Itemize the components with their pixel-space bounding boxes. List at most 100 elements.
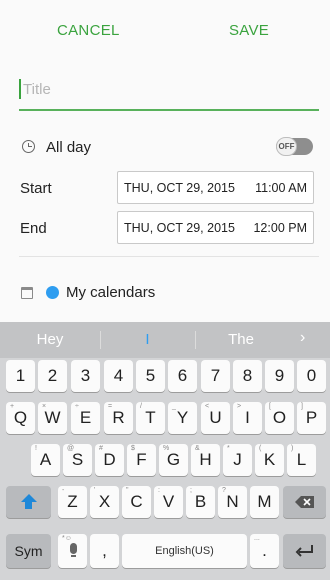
suggestion-2[interactable]: I (100, 331, 195, 348)
key-hint: ' (94, 487, 96, 494)
enter-icon (295, 545, 313, 557)
key-u[interactable]: < U (201, 402, 230, 434)
key-s[interactable]: @ S (63, 444, 92, 476)
key-label: M (257, 492, 272, 511)
key-6[interactable]: 6 (168, 360, 197, 392)
cancel-button[interactable]: CANCEL (57, 22, 120, 39)
key-label: E (79, 408, 92, 427)
clock-icon (22, 140, 35, 153)
key-k[interactable]: (K (255, 444, 284, 476)
toggle-knob: OFF (276, 137, 297, 156)
key-1[interactable]: 1 (6, 360, 35, 392)
key-p[interactable]: ] P (297, 402, 326, 434)
key-label: O (272, 408, 287, 427)
key-r[interactable]: = R (104, 402, 133, 434)
key-9[interactable]: 9 (265, 360, 294, 392)
key-5[interactable]: 5 (136, 360, 165, 392)
backspace-key[interactable] (283, 486, 326, 518)
period-key[interactable]: ... . (250, 534, 279, 568)
key-z[interactable]: -Z (58, 486, 87, 518)
key-i[interactable]: > I (233, 402, 262, 434)
end-datetime-picker[interactable]: THU, OCT 29, 2015 12:00 PM (117, 211, 314, 244)
key-label: A (39, 450, 52, 469)
save-button[interactable]: SAVE (229, 22, 269, 39)
key-q[interactable]: + Q (6, 402, 35, 434)
key-n[interactable]: ? N (218, 486, 247, 518)
key-label: Z (67, 492, 78, 511)
key-hint: ) (291, 445, 294, 452)
calendar-selector[interactable]: My calendars (66, 284, 155, 301)
key-label: T (145, 408, 156, 427)
key-hint: # (99, 445, 103, 452)
all-day-toggle[interactable]: OFF (276, 137, 313, 156)
suggestion-bar: Hey I The › (0, 322, 330, 358)
key-hint: / (140, 403, 142, 410)
key-label: H (199, 450, 212, 469)
shift-key[interactable] (6, 486, 51, 518)
suggestion-3[interactable]: The (195, 331, 287, 348)
chevron-right-icon[interactable]: › (300, 329, 305, 347)
key-hint: * (227, 445, 230, 452)
key-y[interactable]: _ Y (168, 402, 197, 434)
title-input[interactable] (23, 77, 313, 101)
all-day-row: All day OFF (0, 133, 330, 163)
key-b[interactable]: ; B (186, 486, 215, 518)
key-j[interactable]: * J (223, 444, 252, 476)
key-3[interactable]: 3 (71, 360, 100, 392)
key-d[interactable]: # D (95, 444, 124, 476)
key-hint: ÷ (75, 403, 79, 410)
key-2[interactable]: 2 (38, 360, 67, 392)
key-hint: " (126, 487, 129, 494)
key-label: X (98, 492, 111, 511)
calendar-icon (21, 287, 33, 299)
key-hint: *☺ (62, 535, 72, 542)
enter-key[interactable] (283, 534, 326, 568)
key-w[interactable]: × W (38, 402, 67, 434)
key-label: U (209, 408, 222, 427)
key-h[interactable]: & H (191, 444, 220, 476)
key-label: B (194, 492, 207, 511)
key-v[interactable]: :V (154, 486, 183, 518)
key-hint: _ (172, 403, 176, 410)
key-label: F (136, 450, 147, 469)
start-datetime-picker[interactable]: THU, OCT 29, 2015 11:00 AM (117, 171, 314, 204)
key-m[interactable]: M (250, 486, 279, 518)
end-time: 12:00 PM (253, 221, 307, 235)
key-hint: $ (131, 445, 135, 452)
microphone-base (71, 555, 76, 557)
key-t[interactable]: / T (136, 402, 165, 434)
key-label: L (296, 450, 307, 469)
key-hint: ( (259, 445, 262, 452)
key-8[interactable]: 8 (233, 360, 262, 392)
key-o[interactable]: [O (265, 402, 294, 434)
key-f[interactable]: $ F (127, 444, 156, 476)
key-label: J (233, 450, 242, 469)
start-date: THU, OCT 29, 2015 (124, 181, 235, 195)
key-7[interactable]: 7 (201, 360, 230, 392)
key-g[interactable]: % G (159, 444, 188, 476)
key-x[interactable]: ' X (90, 486, 119, 518)
key-l[interactable]: ) L (287, 444, 316, 476)
key-hint: % (163, 445, 170, 452)
key-e[interactable]: ÷ E (71, 402, 100, 434)
key-c[interactable]: " C (122, 486, 151, 518)
key-hint: ] (301, 403, 303, 410)
sym-key[interactable]: Sym (6, 534, 51, 568)
key-hint: > (237, 403, 242, 410)
all-day-label: All day (46, 139, 92, 156)
space-key[interactable]: English(US) (122, 534, 247, 568)
key-label: V (162, 492, 175, 511)
key-label: C (130, 492, 143, 511)
comma-key[interactable]: , (90, 534, 119, 568)
key-4[interactable]: 4 (104, 360, 133, 392)
key-hint: : (158, 487, 160, 494)
voice-input-key[interactable]: *☺ (58, 534, 87, 568)
key-a[interactable]: ! A (31, 444, 60, 476)
key-0[interactable]: 0 (297, 360, 326, 392)
shift-arrow-stem (25, 502, 32, 509)
action-bar: CANCEL SAVE (0, 0, 330, 64)
key-hint: ; (190, 487, 192, 494)
calendar-color-dot (46, 286, 59, 299)
event-editor-screen: CANCEL SAVE All day OFF Start THU, OCT 2… (0, 0, 330, 580)
suggestion-1[interactable]: Hey (0, 331, 100, 348)
